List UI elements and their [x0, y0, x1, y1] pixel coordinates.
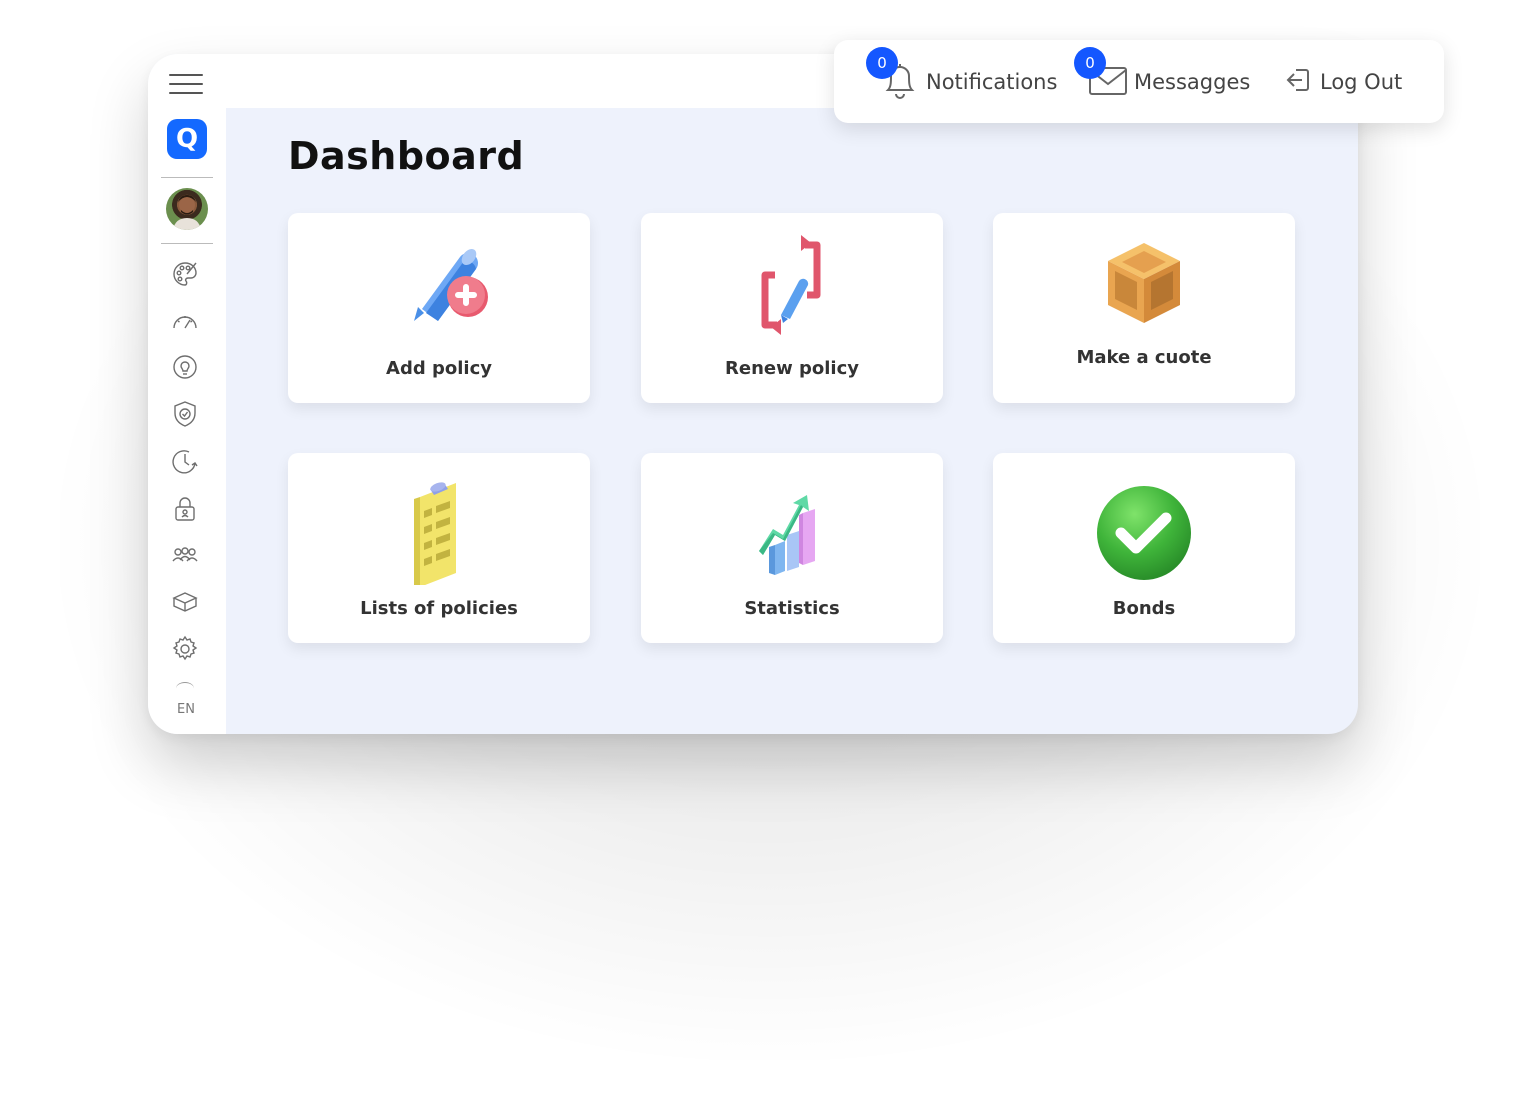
- card-make-a-quote[interactable]: Make a cuote: [993, 213, 1295, 403]
- clock-icon[interactable]: [170, 446, 200, 476]
- lock-icon[interactable]: [170, 494, 200, 524]
- avatar[interactable]: [166, 188, 208, 230]
- card-label: Renew policy: [725, 358, 859, 379]
- card-label: Add policy: [386, 358, 492, 379]
- sidebar: Q EN: [148, 54, 226, 734]
- notifications-label: Notifications: [926, 69, 1058, 94]
- shield-check-icon[interactable]: [170, 399, 200, 429]
- notifications-count-badge: 0: [866, 47, 898, 79]
- box-3d-icon: [993, 235, 1295, 345]
- card-statistics[interactable]: Statistics: [641, 453, 943, 643]
- card-renew-policy[interactable]: Renew policy: [641, 213, 943, 403]
- lightbulb-icon[interactable]: [170, 352, 200, 382]
- messages-count-badge: 0: [1074, 47, 1106, 79]
- renew-arrows-icon: [641, 235, 943, 345]
- palette-icon[interactable]: [170, 259, 200, 289]
- messages-button[interactable]: Messagges: [1088, 40, 1250, 123]
- check-circle-icon: [993, 475, 1295, 585]
- bar-chart-growth-icon: [641, 475, 943, 585]
- sidebar-divider: [161, 243, 213, 244]
- card-bonds[interactable]: Bonds: [993, 453, 1295, 643]
- card-lists-of-policies[interactable]: Lists of policies: [288, 453, 590, 643]
- app-window: Q EN Dashboard Add policy Renew policy M…: [148, 54, 1358, 734]
- logout-label: Log Out: [1320, 69, 1403, 94]
- card-label: Lists of policies: [360, 598, 518, 619]
- settings-icon[interactable]: [170, 634, 200, 664]
- hamburger-menu-icon[interactable]: [169, 74, 203, 96]
- sidebar-divider: [161, 177, 213, 178]
- users-icon[interactable]: [170, 540, 200, 570]
- card-label: Bonds: [1112, 598, 1176, 619]
- app-logo[interactable]: Q: [167, 119, 207, 159]
- card-label: Make a cuote: [1076, 347, 1212, 368]
- card-add-policy[interactable]: Add policy: [288, 213, 590, 403]
- messages-label: Messagges: [1134, 69, 1251, 94]
- logout-icon: [1286, 58, 1314, 106]
- card-label: Statistics: [744, 598, 840, 619]
- top-menu: Notifications 0 Messagges 0 Log Out: [834, 40, 1444, 123]
- logout-button[interactable]: Log Out: [1286, 40, 1402, 123]
- pencil-plus-icon: [288, 235, 590, 345]
- box-icon[interactable]: [170, 587, 200, 617]
- notifications-button[interactable]: Notifications: [880, 40, 1057, 123]
- page-title: Dashboard: [288, 134, 525, 178]
- clipboard-list-icon: [288, 475, 590, 585]
- language-selector[interactable]: EN: [148, 702, 224, 717]
- scroll-indicator: [176, 682, 194, 695]
- speedometer-icon[interactable]: [170, 306, 200, 336]
